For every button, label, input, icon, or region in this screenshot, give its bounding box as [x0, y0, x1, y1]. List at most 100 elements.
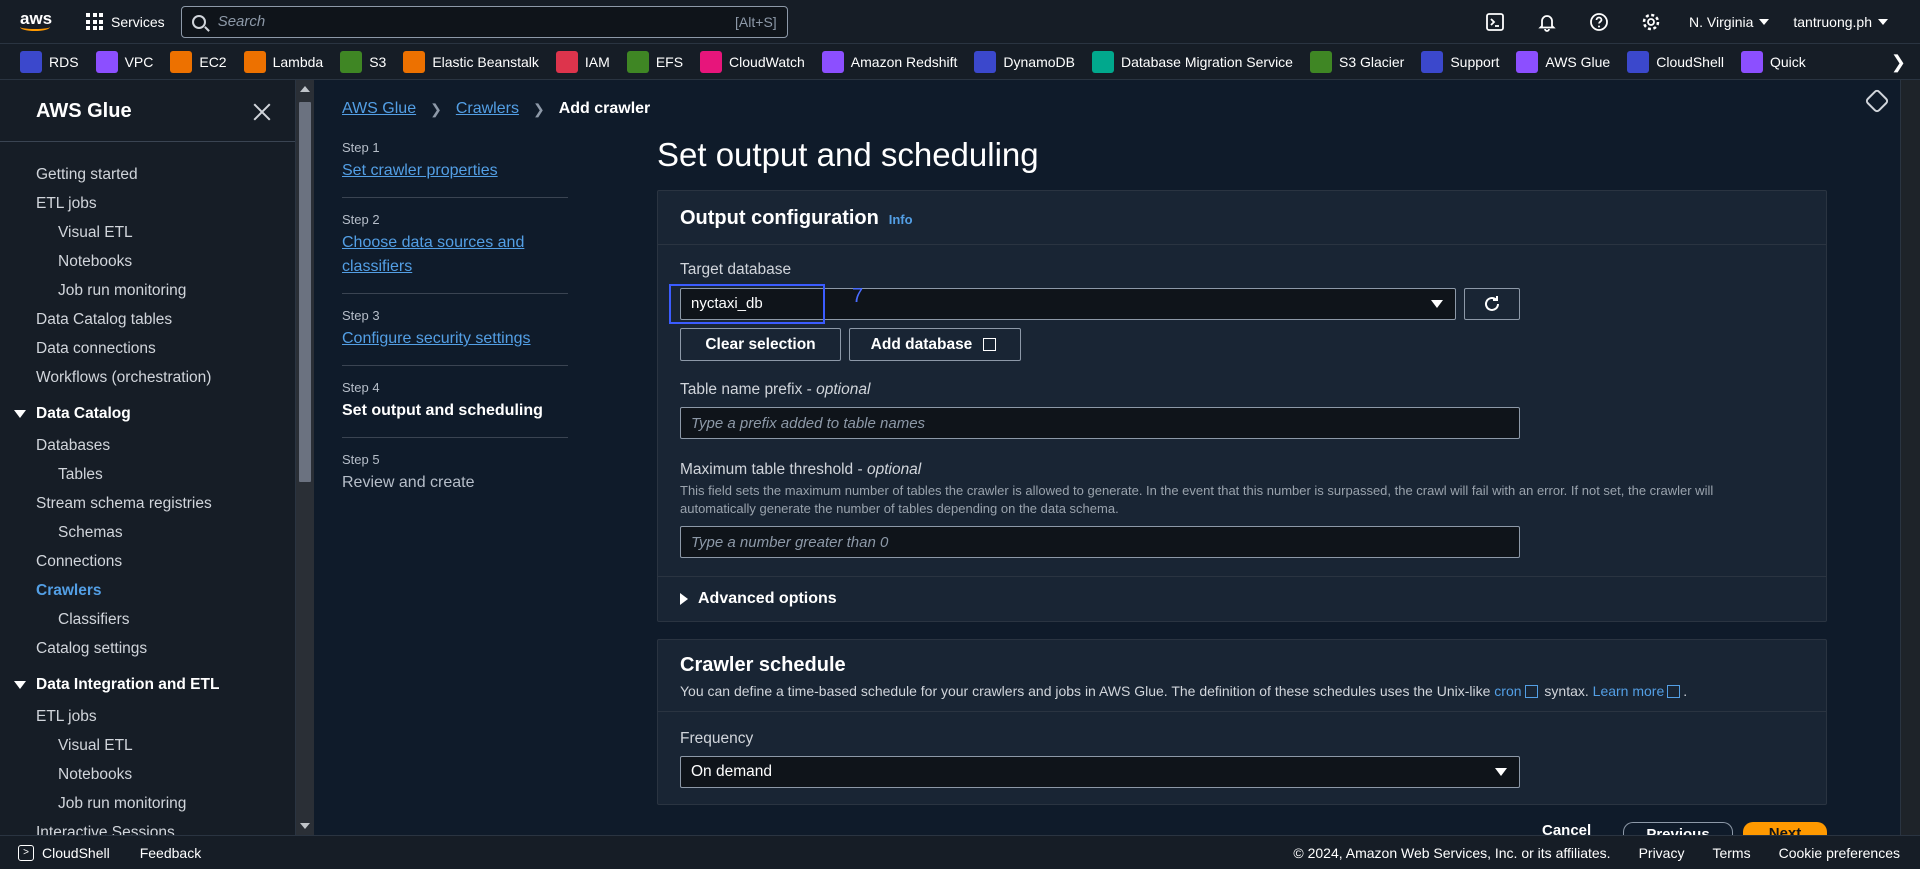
favorite-quick[interactable]: Quick — [1740, 50, 1806, 73]
favorite-support[interactable]: Support — [1421, 50, 1499, 73]
favorite-efs[interactable]: EFS — [626, 50, 684, 73]
max-threshold-input[interactable] — [691, 527, 1509, 557]
clear-selection-button[interactable]: Clear selection — [680, 328, 841, 361]
footer: > CloudShell Feedback © 2024, Amazon Web … — [0, 835, 1920, 869]
cloudshell-icon[interactable] — [1469, 0, 1521, 44]
region-selector[interactable]: N. Virginia — [1677, 14, 1781, 30]
close-icon[interactable] — [252, 102, 272, 122]
favorite-label: Amazon Redshift — [850, 53, 958, 70]
table-prefix-label: Table name prefix - optional — [680, 381, 871, 398]
favorite-database-migration-service[interactable]: Database Migration Service — [1092, 50, 1293, 73]
sidebar-item-etl-jobs[interactable]: ETL jobs — [0, 189, 290, 218]
step-label[interactable]: Choose data sources and classifiers — [342, 231, 568, 279]
previous-button[interactable]: Previous — [1623, 822, 1733, 835]
sidebar-item-classifiers[interactable]: Classifiers — [0, 605, 290, 634]
output-configuration-panel: Output configuration Info Target databas… — [657, 190, 1827, 622]
footer-cookie-preferences-link[interactable]: Cookie preferences — [1779, 845, 1900, 861]
learn-more-link[interactable]: Learn more — [1593, 683, 1665, 699]
service-icon — [1627, 50, 1650, 73]
sidebar-item-interactive-sessions[interactable]: Interactive Sessions — [0, 818, 290, 835]
favorite-s3[interactable]: S3 — [340, 50, 386, 73]
favorite-ec2[interactable]: EC2 — [170, 50, 227, 73]
sidebar-item-etl-jobs-2[interactable]: ETL jobs — [0, 702, 290, 731]
max-threshold-field[interactable] — [680, 526, 1520, 558]
chevron-right-icon[interactable]: ❯ — [1891, 52, 1906, 73]
sidebar-scrollbar[interactable] — [296, 80, 314, 835]
table-prefix-field[interactable] — [680, 407, 1520, 439]
main-scrollbar[interactable] — [1900, 80, 1920, 835]
sidebar-item-schemas[interactable]: Schemas — [0, 518, 290, 547]
search-box[interactable]: [Alt+S] — [180, 5, 788, 38]
sidebar-item-job-run-monitoring-2[interactable]: Job run monitoring — [0, 789, 290, 818]
cancel-button[interactable]: Cancel — [1542, 822, 1591, 835]
sidebar-item-notebooks[interactable]: Notebooks — [0, 247, 290, 276]
advanced-options-toggle[interactable]: Advanced options — [658, 576, 1826, 621]
footer-cloudshell-button[interactable]: > CloudShell — [18, 844, 110, 861]
service-icon — [243, 50, 266, 73]
sidebar-item-workflows[interactable]: Workflows (orchestration) — [0, 363, 290, 392]
sidebar-item-catalog-settings[interactable]: Catalog settings — [0, 634, 290, 663]
panel-title: Crawler schedule — [680, 654, 846, 676]
favorite-lambda[interactable]: Lambda — [243, 50, 323, 73]
region-label: N. Virginia — [1689, 14, 1754, 30]
services-menu-button[interactable]: Services — [86, 13, 165, 30]
footer-terms-link[interactable]: Terms — [1712, 845, 1750, 861]
step-label[interactable]: Set crawler properties — [342, 159, 568, 183]
sidebar-item-job-run-monitoring[interactable]: Job run monitoring — [0, 276, 290, 305]
sidebar-item-connections[interactable]: Connections — [0, 547, 290, 576]
sidebar-item-stream-schema-registries[interactable]: Stream schema registries — [0, 489, 290, 518]
favorite-cloudwatch[interactable]: CloudWatch — [700, 50, 805, 73]
search-input[interactable] — [217, 13, 736, 30]
sidebar-item-crawlers[interactable]: Crawlers — [0, 576, 290, 605]
favorite-label: Database Migration Service — [1121, 53, 1293, 70]
top-navigation: aws Services [Alt+S] N. Virginia tantruo… — [0, 0, 1920, 44]
service-icon — [403, 50, 426, 73]
sidebar-section-data-integration[interactable]: Data Integration and ETL — [0, 667, 290, 702]
add-database-button[interactable]: Add database — [849, 328, 1021, 361]
sidebar-item-getting-started[interactable]: Getting started — [0, 160, 290, 189]
sidebar-divider — [0, 141, 295, 142]
breadcrumb-aws-glue[interactable]: AWS Glue — [342, 100, 416, 118]
favorite-s3-glacier[interactable]: S3 Glacier — [1309, 50, 1404, 73]
service-icon — [1421, 50, 1444, 73]
help-icon[interactable] — [1573, 0, 1625, 44]
favorite-label: EFS — [655, 53, 684, 70]
cron-link[interactable]: cron — [1494, 683, 1521, 699]
sidebar-item-data-catalog-tables[interactable]: Data Catalog tables — [0, 305, 290, 334]
caret-right-icon — [680, 593, 688, 605]
sidebar-item-visual-etl-2[interactable]: Visual ETL — [0, 731, 290, 760]
sidebar-item-databases[interactable]: Databases — [0, 431, 290, 460]
favorite-elastic-beanstalk[interactable]: Elastic Beanstalk — [403, 50, 539, 73]
service-icon — [20, 50, 42, 73]
gear-icon[interactable] — [1625, 0, 1677, 44]
step-label[interactable]: Configure security settings — [342, 327, 568, 351]
info-link[interactable]: Info — [889, 212, 913, 227]
refresh-button[interactable] — [1464, 288, 1520, 320]
favorite-amazon-redshift[interactable]: Amazon Redshift — [821, 50, 958, 73]
step-number: Step 2 — [342, 212, 380, 227]
favorite-vpc[interactable]: VPC — [95, 50, 153, 73]
aws-logo[interactable]: aws — [20, 10, 56, 31]
optional-tag: optional — [866, 461, 922, 478]
breadcrumb-crawlers[interactable]: Crawlers — [456, 100, 519, 118]
favorite-cloudshell[interactable]: CloudShell — [1627, 50, 1724, 73]
bell-icon[interactable] — [1521, 0, 1573, 44]
footer-feedback-link[interactable]: Feedback — [140, 845, 201, 861]
favorite-aws-glue[interactable]: AWS Glue — [1516, 50, 1611, 73]
favorite-rds[interactable]: RDS — [20, 50, 79, 73]
step-label: Review and create — [342, 474, 475, 491]
favorite-label: AWS Glue — [1545, 53, 1611, 70]
sidebar-section-data-catalog[interactable]: Data Catalog — [0, 396, 290, 431]
sidebar-item-tables[interactable]: Tables — [0, 460, 290, 489]
sidebar-item-data-connections[interactable]: Data connections — [0, 334, 290, 363]
favorite-dynamodb[interactable]: DynamoDB — [974, 50, 1075, 73]
sidebar-item-notebooks-2[interactable]: Notebooks — [0, 760, 290, 789]
wizard-step-4: Step 4 Set output and scheduling — [342, 380, 568, 438]
table-prefix-input[interactable] — [691, 408, 1509, 438]
account-menu[interactable]: tantruong.ph — [1781, 14, 1900, 30]
favorite-iam[interactable]: IAM — [555, 50, 610, 73]
sidebar-item-visual-etl[interactable]: Visual ETL — [0, 218, 290, 247]
next-button[interactable]: Next — [1743, 822, 1827, 835]
frequency-select[interactable]: On demand — [680, 756, 1520, 788]
footer-privacy-link[interactable]: Privacy — [1639, 845, 1685, 861]
